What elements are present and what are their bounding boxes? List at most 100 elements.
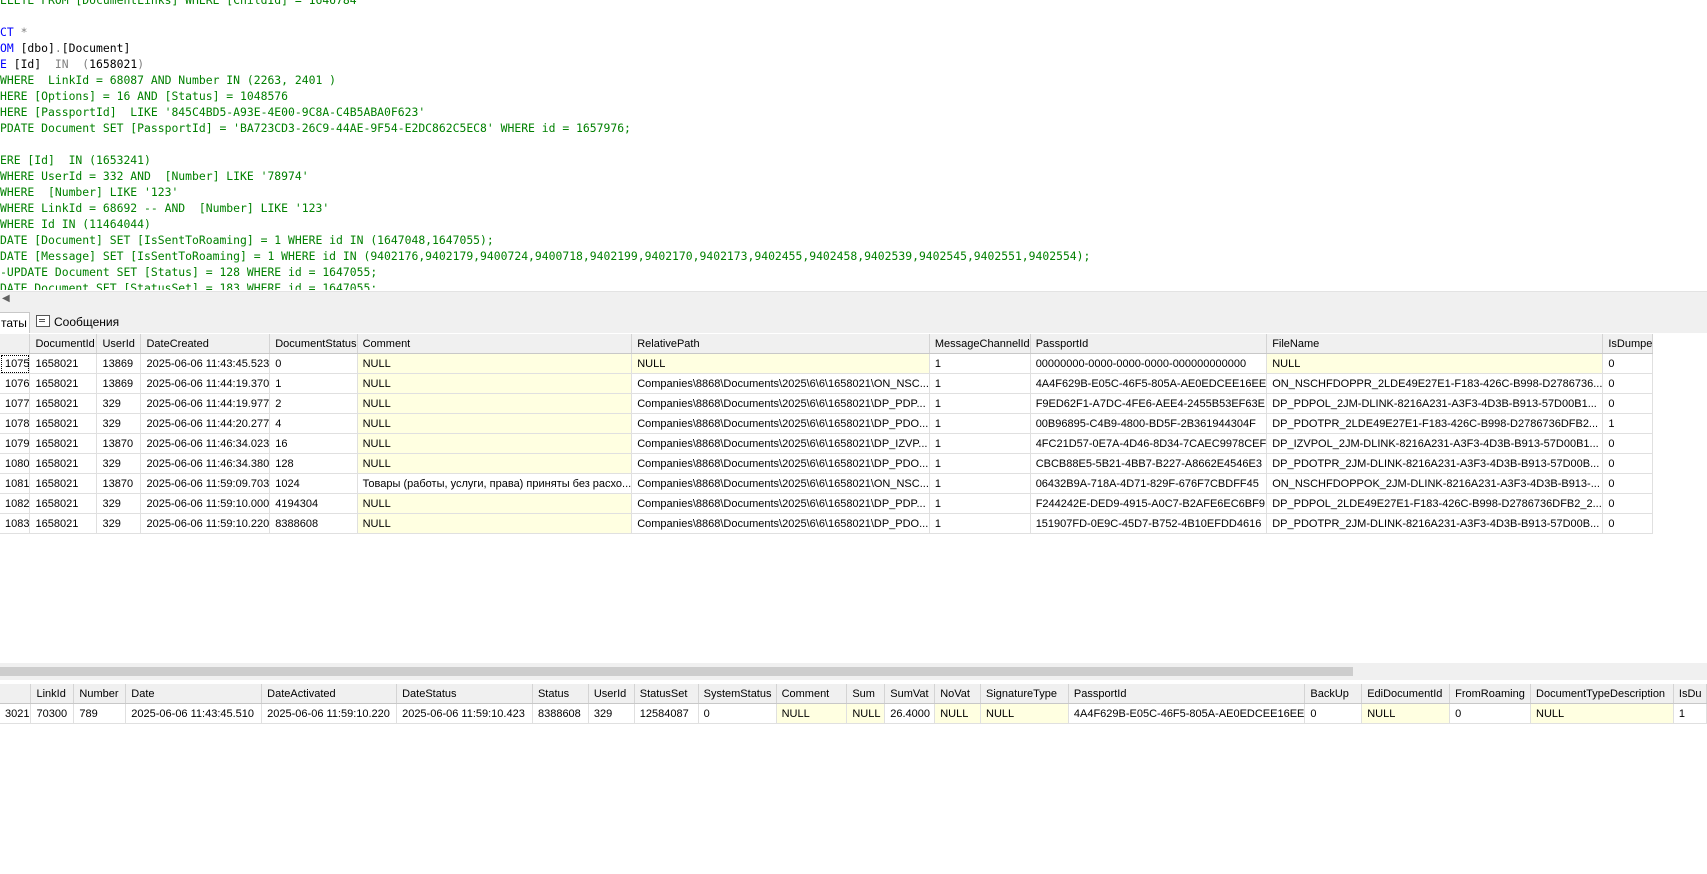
table-cell[interactable]: NULL (631, 353, 930, 374)
table-cell[interactable]: ON_NSCHFDOPPR_2LDE49E27E1-F183-426C-B998… (1266, 373, 1604, 394)
table-cell[interactable]: DP_PDPOL_2JM-DLINK-8216A231-A3F3-4D3B-B9… (1266, 393, 1604, 414)
table-cell[interactable]: NULL (1361, 703, 1451, 724)
table-cell[interactable]: NULL (1266, 353, 1604, 374)
table-cell[interactable]: DP_PDOTPR_2LDE49E27E1-F183-426C-B998-D27… (1266, 413, 1604, 434)
results-grid-linked[interactable]: LinkId Number Date DateActivated DateStatus S… (0, 684, 1707, 724)
table-row[interactable]: 1079 1658021 13870 2025-06-06 11:46:34.023 1… (0, 433, 1654, 454)
row-header-cell[interactable]: 1078 (0, 413, 31, 434)
column-header[interactable]: UserId (588, 684, 635, 704)
table-cell[interactable]: 329 (588, 703, 635, 724)
column-header[interactable]: StatusSet (634, 684, 699, 704)
table-cell[interactable]: NULL (357, 433, 633, 454)
table-cell[interactable]: NULL (980, 703, 1069, 724)
table-cell[interactable]: Companies\8868\Documents\2025\6\6\165802… (631, 513, 930, 534)
table-cell[interactable]: 0 (1304, 703, 1363, 724)
tab-messages[interactable]: Сообщения (34, 312, 120, 332)
column-header[interactable]: DocumentId (29, 334, 98, 354)
table-cell[interactable]: 1 (929, 513, 1031, 534)
table-cell[interactable]: 2025-06-06 11:43:45.510 (125, 703, 263, 724)
column-header[interactable]: EdiDocumentId (1361, 684, 1451, 704)
table-cell[interactable]: 2025-06-06 11:59:10.423 (396, 703, 533, 724)
table-cell[interactable]: 2025-06-06 11:44:19.370 (140, 373, 271, 394)
table-cell[interactable]: 151907FD-0E9C-45D7-B752-4B10EFDD4616 (1030, 513, 1268, 534)
table-cell[interactable]: F244242E-DED9-4915-A0C7-B2AFE6EC6BF9 (1030, 493, 1268, 514)
table-cell[interactable]: 13870 (96, 433, 142, 454)
code-line[interactable]: OM [dbo].[Document] (0, 40, 130, 56)
table-row[interactable]: 1076 1658021 13869 2025-06-06 11:44:19.370 1… (0, 373, 1654, 394)
table-cell[interactable]: Companies\8868\Documents\2025\6\6\165802… (631, 433, 930, 454)
table-cell[interactable]: 2025-06-06 11:46:34.023 (140, 433, 271, 454)
column-header[interactable]: SignatureType (980, 684, 1069, 704)
table-cell[interactable]: 13869 (96, 373, 142, 394)
column-header[interactable]: FileName (1266, 334, 1604, 354)
table-cell[interactable]: 06432B9A-718A-4D71-829F-676F7CBDFF45 (1030, 473, 1268, 494)
column-header[interactable]: DateStatus (396, 684, 533, 704)
table-cell[interactable]: 1 (929, 433, 1031, 454)
code-line[interactable]: DATE [Message] SET [IsSentToRoaming] = 1… (0, 248, 1090, 264)
editor-horizontal-scrollbar[interactable]: ◀ (0, 291, 1707, 309)
table-cell[interactable]: 789 (73, 703, 127, 724)
tab-results[interactable]: таты (0, 312, 30, 333)
table-cell[interactable]: NULL (357, 393, 633, 414)
table-cell[interactable]: DP_PDOTPR_2JM-DLINK-8216A231-A3F3-4D3B-B… (1266, 453, 1604, 474)
table-cell[interactable]: 1658021 (29, 413, 98, 434)
table-cell[interactable]: 4194304 (269, 493, 358, 514)
table-cell[interactable]: NULL (357, 513, 633, 534)
table-cell[interactable]: ON_NSCHFDOPPOK_2JM-DLINK-8216A231-A3F3-4… (1266, 473, 1604, 494)
code-line[interactable]: -UPDATE Document SET [Status] = 128 WHER… (0, 264, 377, 280)
table-row[interactable]: 1075 1658021 13869 2025-06-06 11:43:45.523 0… (0, 353, 1654, 374)
table-cell[interactable]: 1 (929, 453, 1031, 474)
table-cell[interactable]: 329 (96, 513, 142, 534)
table-cell[interactable]: 1 (929, 373, 1031, 394)
column-header[interactable]: IsDumpe (1602, 334, 1654, 354)
column-header[interactable]: BackUp (1304, 684, 1363, 704)
row-header-cell[interactable]: 1077 (0, 393, 31, 414)
row-header-cell[interactable]: 1082 (0, 493, 31, 514)
table-cell[interactable]: 1 (1673, 703, 1707, 724)
row-header-cell[interactable]: 1080 (0, 453, 31, 474)
column-header[interactable]: FromRoaming (1449, 684, 1532, 704)
table-row[interactable]: 1081 1658021 13870 2025-06-06 11:59:09.703 1… (0, 473, 1654, 494)
table-row[interactable]: 3021 70300 789 2025-06-06 11:43:45.510 2025-… (0, 703, 1707, 724)
table-row[interactable]: 1077 1658021 329 2025-06-06 11:44:19.977 2 NU… (0, 393, 1654, 414)
column-header[interactable]: Date (125, 684, 263, 704)
column-header[interactable]: Comment (357, 334, 633, 354)
code-line[interactable]: PDATE Document SET [PassportId] = 'BA723… (0, 120, 631, 136)
table-cell[interactable]: NULL (776, 703, 848, 724)
table-cell[interactable]: 329 (96, 393, 142, 414)
row-header-cell[interactable]: 1083 (0, 513, 31, 534)
row-header-cell[interactable]: 1075 (0, 353, 31, 374)
table-cell[interactable]: NULL (357, 353, 633, 374)
table-cell[interactable]: 13870 (96, 473, 142, 494)
table-cell[interactable]: Companies\8868\Documents\2025\6\6\165802… (631, 393, 930, 414)
table-cell[interactable]: CBCB88E5-5B21-4BB7-B227-A8662E4546E3 (1030, 453, 1268, 474)
table-cell[interactable]: 0 (1602, 373, 1654, 394)
table-cell[interactable]: 1 (1602, 413, 1654, 434)
column-header[interactable]: DateCreated (140, 334, 271, 354)
table-row[interactable]: 1082 1658021 329 2025-06-06 11:59:10.000 419… (0, 493, 1654, 514)
table-cell[interactable]: 8388608 (269, 513, 358, 534)
table-cell[interactable]: 1658021 (29, 513, 98, 534)
sql-editor[interactable]: ELETE FROM [DocumentLinks] WHERE [ChildI… (0, 0, 1707, 290)
code-line[interactable]: CT * (0, 24, 27, 40)
table-cell[interactable]: 0 (1602, 493, 1654, 514)
column-header[interactable]: DateActivated (261, 684, 398, 704)
table-cell[interactable]: 1658021 (29, 393, 98, 414)
table-cell[interactable]: 0 (1602, 513, 1654, 534)
table-cell[interactable]: 1 (269, 373, 358, 394)
table-cell[interactable]: 12584087 (634, 703, 699, 724)
table-cell[interactable]: 1 (929, 353, 1031, 374)
table-cell[interactable]: 2025-06-06 11:59:09.703 (140, 473, 271, 494)
code-line[interactable]: WHERE Id IN (11464044) (0, 216, 151, 232)
code-line[interactable]: DATE [Document] SET [IsSentToRoaming] = … (0, 232, 494, 248)
table-row[interactable]: 1083 1658021 329 2025-06-06 11:59:10.220 838… (0, 513, 1654, 534)
table-cell[interactable]: 2025-06-06 11:59:10.220 (261, 703, 398, 724)
table-cell[interactable]: 2025-06-06 11:43:45.523 (140, 353, 271, 374)
table-cell[interactable]: F9ED62F1-A7DC-4FE6-AEE4-2455B53EF63E (1030, 393, 1268, 414)
table-cell[interactable]: 13869 (96, 353, 142, 374)
code-line[interactable]: WHERE UserId = 332 AND [Number] LIKE '78… (0, 168, 309, 184)
column-header[interactable]: PassportId (1068, 684, 1306, 704)
column-header[interactable]: Status (532, 684, 589, 704)
code-line[interactable]: WHERE LinkId = 68692 -- AND [Number] LIK… (0, 200, 329, 216)
results-grid-document[interactable]: DocumentId UserId DateCreated DocumentStatu… (0, 334, 1654, 534)
